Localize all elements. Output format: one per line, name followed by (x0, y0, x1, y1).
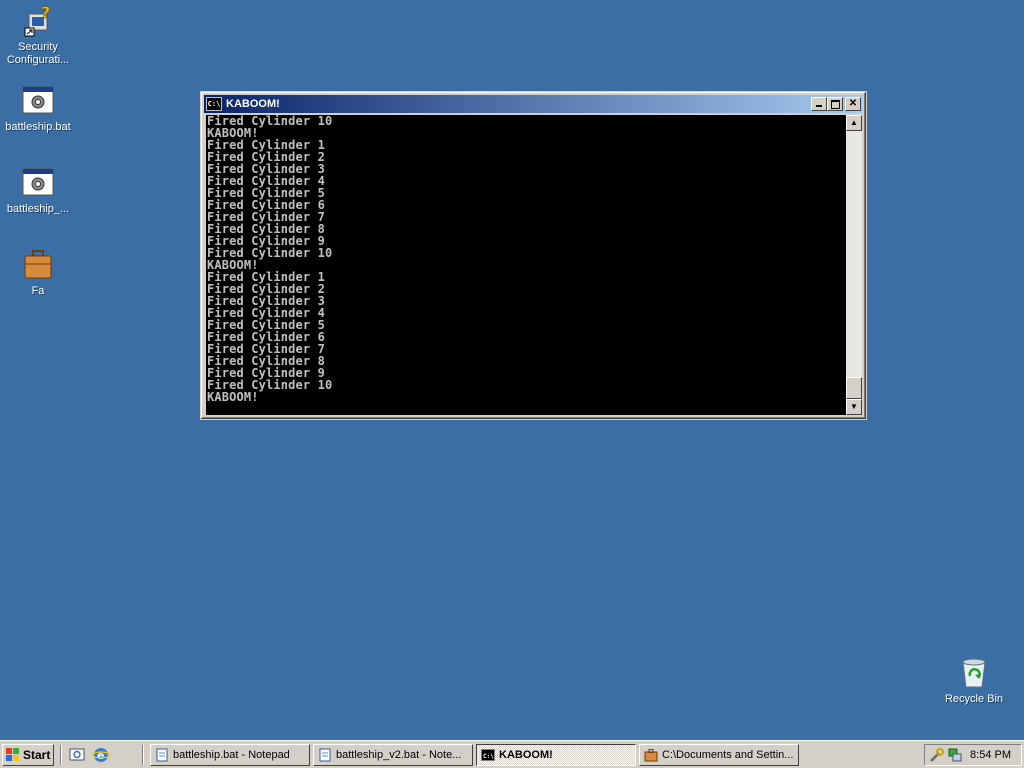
window-title: KABOOM! (226, 98, 280, 110)
svg-text:?: ? (41, 4, 50, 22)
desktop-icon-label: battleship_... (6, 203, 70, 215)
task-battleship-v2-notepad[interactable]: battleship_v2.bat - Note... (313, 744, 473, 766)
desktop-icon-label: Fa (31, 285, 45, 297)
tray-tools-icon[interactable] (929, 747, 945, 763)
taskbar-separator (142, 745, 144, 765)
desktop-icon-label: Security Configurati... (6, 41, 70, 66)
scroll-up-button[interactable]: ▲ (846, 115, 862, 131)
notepad-icon (318, 748, 332, 762)
desktop-icon-battleship-v2[interactable]: battleship_... (0, 166, 78, 216)
scroll-down-button[interactable]: ▼ (846, 399, 862, 415)
task-label: battleship_v2.bat - Note... (336, 749, 462, 761)
desktop-icon-recycle-bin[interactable]: Recycle Bin (934, 656, 1014, 706)
taskbar-separator (60, 745, 62, 765)
desktop-icon-label: Recycle Bin (944, 693, 1004, 705)
arrow-down-icon: ▼ (850, 402, 858, 411)
desktop-icon-fa[interactable]: Fa (0, 248, 78, 298)
security-config-icon: ? (21, 3, 55, 38)
scroll-thumb[interactable] (846, 377, 862, 399)
batch-file-icon (21, 84, 55, 118)
batch-file-icon (21, 166, 55, 200)
console-icon: C:\ (481, 748, 495, 762)
clock[interactable]: 8:54 PM (970, 745, 1011, 765)
console-text: Fired Cylinder 10 KABOOM! Fired Cylinder 1… (206, 115, 846, 403)
task-battleship-notepad[interactable]: battleship.bat - Notepad (150, 744, 310, 766)
desktop-icon-battleship-bat[interactable]: battleship.bat (0, 84, 78, 134)
taskbar: Start e battleship.bat - Notepad battles… (0, 740, 1024, 768)
task-documents-folder[interactable]: C:\Documents and Settin... (639, 744, 799, 766)
console-line: Fired Cylinder 10 (207, 115, 333, 128)
task-kaboom[interactable]: C:\ KABOOM! (476, 744, 636, 766)
maximize-icon (830, 100, 840, 109)
console-output[interactable]: Fired Cylinder 10 KABOOM! Fired Cylinder 1… (206, 115, 846, 415)
task-label: KABOOM! (499, 749, 553, 761)
vertical-scrollbar[interactable]: ▲ ▼ (846, 115, 862, 415)
task-label: battleship.bat - Notepad (173, 749, 290, 761)
desktop-icon-label: battleship.bat (5, 121, 71, 133)
console-line: KABOOM! (207, 390, 259, 404)
title-bar[interactable]: C:\ KABOOM! ✕ (204, 95, 863, 113)
close-button[interactable]: ✕ (845, 97, 861, 111)
console-line: Fired Cylinder 10 (207, 246, 333, 260)
close-icon: ✕ (848, 98, 858, 109)
system-tray: 8:54 PM (924, 744, 1022, 766)
maximize-button[interactable] (827, 97, 843, 111)
svg-text:C:\: C:\ (483, 753, 494, 760)
svg-text:e: e (97, 749, 104, 762)
console-line: Fired Cylinder 10 (207, 378, 333, 392)
console-icon: C:\ (206, 97, 222, 111)
minimize-button[interactable] (811, 97, 827, 111)
tray-network-icon[interactable] (947, 747, 963, 763)
start-button[interactable]: Start (2, 744, 54, 766)
notepad-icon (155, 748, 169, 762)
arrow-up-icon: ▲ (850, 118, 858, 127)
minimize-icon (816, 105, 822, 107)
console-window[interactable]: C:\ KABOOM! ✕ Fired Cylinder 10 KABOOM! Fi… (200, 91, 867, 420)
windows-logo-icon (6, 748, 20, 762)
recycle-bin-icon (957, 656, 991, 690)
task-label: C:\Documents and Settin... (662, 749, 794, 761)
start-label: Start (23, 748, 51, 762)
briefcase-icon (21, 248, 55, 282)
quicklaunch-desktop-icon[interactable] (68, 746, 86, 764)
desktop-icon-security-config[interactable]: ? Security Configurati... (0, 3, 78, 67)
briefcase-icon (644, 748, 658, 762)
quicklaunch-ie-icon[interactable]: e (91, 746, 111, 764)
